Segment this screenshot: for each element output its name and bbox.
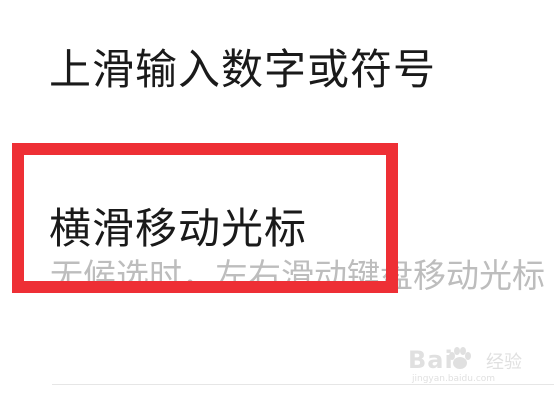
list-divider bbox=[52, 384, 554, 385]
setting-item-swipe-up-symbols[interactable]: 上滑输入数字或符号 bbox=[0, 0, 554, 130]
watermark-brand-suffix: 经验 bbox=[486, 352, 522, 373]
watermark-domain: jingyan.baidu.com bbox=[412, 374, 496, 384]
setting-description: 无候选时，左右滑动键盘移动光标 bbox=[50, 256, 545, 295]
settings-screen: 上滑输入数字或符号 横滑移动光标 无候选时，左右滑动键盘移动光标 Bai 经验 … bbox=[0, 0, 554, 398]
setting-title: 横滑移动光标 bbox=[49, 204, 308, 253]
baidu-paw-icon bbox=[449, 347, 471, 369]
baidu-jingyan-watermark: Bai 经验 jingyan.baidu.com bbox=[408, 344, 528, 384]
setting-title: 上滑输入数字或符号 bbox=[49, 45, 437, 94]
